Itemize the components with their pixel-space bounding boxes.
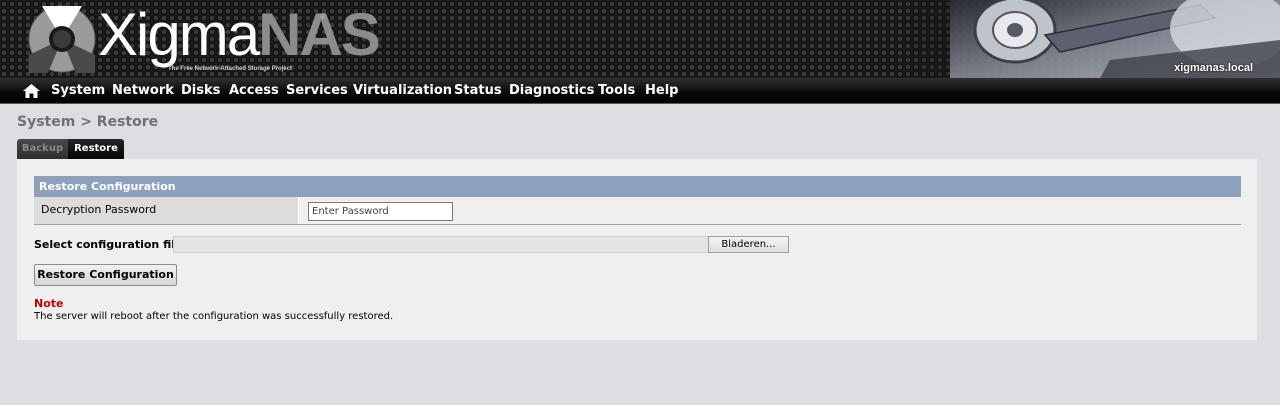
page-title: System > Restore bbox=[17, 114, 159, 130]
nav-access[interactable]: Access bbox=[229, 78, 279, 104]
xigmanas-logo-icon bbox=[28, 5, 96, 73]
hostname-label: xigmanas.local bbox=[1174, 62, 1253, 74]
browse-button[interactable]: Bladeren... bbox=[708, 236, 789, 253]
home-icon[interactable] bbox=[23, 84, 40, 98]
note-text: The server will reboot after the configu… bbox=[34, 311, 394, 322]
registered-mark: ® bbox=[320, 12, 326, 21]
nav-services[interactable]: Services bbox=[286, 78, 348, 104]
nav-tools[interactable]: Tools bbox=[598, 78, 635, 104]
tab-backup[interactable]: Backup bbox=[17, 139, 68, 159]
nav-diagnostics[interactable]: Diagnostics bbox=[509, 78, 594, 104]
password-input[interactable] bbox=[308, 202, 453, 221]
password-row: Decryption Password bbox=[34, 197, 1241, 225]
nav-disks[interactable]: Disks bbox=[181, 78, 220, 104]
logo-text-xigma: Xigma bbox=[98, 1, 260, 68]
nav-status[interactable]: Status bbox=[454, 78, 502, 104]
main-navbar: System Network Disks Access Services Vir… bbox=[0, 78, 1280, 104]
file-select-label: Select configuration file: bbox=[34, 238, 187, 251]
header-banner: XigmaNAS ® The Free Network-Attached Sto… bbox=[0, 0, 1280, 78]
logo-text-nas: NAS bbox=[258, 1, 381, 68]
restore-configuration-button[interactable]: Restore Configuration bbox=[34, 264, 177, 286]
file-path-field[interactable] bbox=[173, 236, 709, 253]
note-title: Note bbox=[34, 297, 64, 310]
logo-tagline: The Free Network-Attached Storage Projec… bbox=[168, 66, 293, 72]
section-header: Restore Configuration bbox=[34, 176, 1241, 197]
nav-virtualization[interactable]: Virtualization bbox=[353, 78, 452, 104]
tab-restore[interactable]: Restore bbox=[68, 139, 124, 159]
logo-wordmark: XigmaNAS bbox=[98, 0, 381, 74]
nav-network[interactable]: Network bbox=[112, 78, 174, 104]
nav-help[interactable]: Help bbox=[645, 78, 678, 104]
nav-system[interactable]: System bbox=[51, 78, 105, 104]
password-cell bbox=[299, 197, 1241, 224]
password-label: Decryption Password bbox=[34, 197, 299, 224]
